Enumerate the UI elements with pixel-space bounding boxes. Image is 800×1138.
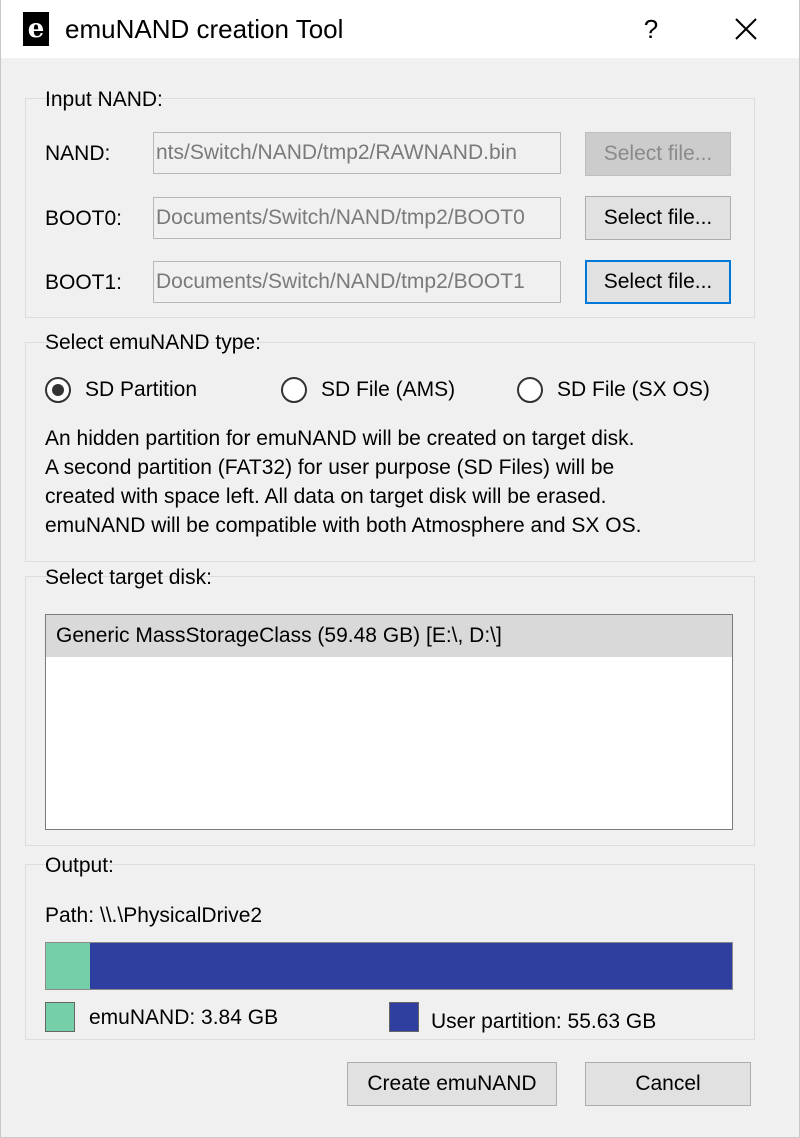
user-partition-size-label: User partition: 55.63 GB (431, 1010, 657, 1033)
emunand-size-label: emuNAND: 3.84 GB (89, 1006, 279, 1029)
emunand-type-description: An hidden partition for emuNAND will be … (45, 424, 745, 540)
boot0-select-file-button[interactable]: Select file... (585, 196, 731, 240)
user-partition-color-swatch (389, 1002, 419, 1032)
nand-label: NAND: (45, 142, 111, 165)
close-button[interactable] (723, 8, 769, 50)
radio-sd-partition[interactable]: SD Partition (45, 377, 197, 403)
cancel-button[interactable]: Cancel (585, 1062, 751, 1106)
output-label: Output: (45, 854, 114, 877)
list-item[interactable]: Generic MassStorageClass (59.48 GB) [E:\… (46, 615, 732, 657)
emunand-type-label: Select emuNAND type: (45, 331, 261, 354)
input-nand-label: Input NAND: (45, 88, 163, 111)
help-button[interactable]: ? (631, 10, 671, 48)
partition-bar-emunand (46, 943, 91, 989)
radio-sd-file-sxos[interactable]: SD File (SX OS) (517, 377, 710, 403)
create-emunand-button[interactable]: Create emuNAND (347, 1062, 557, 1106)
radio-checked-icon (45, 377, 71, 403)
boot1-path-field[interactable]: Documents/Switch/NAND/tmp2/BOOT1 (153, 261, 561, 303)
emunand-tool-window: e emuNAND creation Tool ? Input NAND: NA… (0, 0, 800, 1138)
close-icon (735, 18, 757, 40)
description-line: emuNAND will be compatible with both Atm… (45, 514, 642, 537)
boot1-select-file-button[interactable]: Select file... (585, 260, 731, 304)
boot0-label: BOOT0: (45, 207, 123, 230)
radio-sd-file-ams[interactable]: SD File (AMS) (281, 377, 455, 403)
nand-select-file-button[interactable]: Select file... (585, 132, 731, 176)
title-bar: e emuNAND creation Tool ? (1, 0, 799, 58)
radio-sd-partition-label: SD Partition (85, 378, 198, 401)
output-path: Path: \\.\PhysicalDrive2 (45, 904, 263, 927)
emunand-color-swatch (45, 1002, 75, 1032)
target-disk-label: Select target disk: (45, 566, 212, 589)
partition-bar (45, 942, 733, 990)
radio-unchecked-icon (517, 377, 543, 403)
description-line: created with space left. All data on tar… (45, 485, 607, 508)
target-disk-list[interactable]: Generic MassStorageClass (59.48 GB) [E:\… (45, 614, 733, 830)
boot0-path-field[interactable]: Documents/Switch/NAND/tmp2/BOOT0 (153, 197, 561, 239)
boot1-label: BOOT1: (45, 271, 123, 294)
nand-path-field[interactable]: nts/Switch/NAND/tmp2/RAWNAND.bin (153, 132, 561, 174)
radio-sd-file-ams-label: SD File (AMS) (321, 378, 456, 401)
radio-sd-file-sxos-label: SD File (SX OS) (557, 378, 710, 401)
radio-unchecked-icon (281, 377, 307, 403)
app-logo-icon: e (23, 12, 49, 46)
description-line: A second partition (FAT32) for user purp… (45, 456, 615, 479)
window-title: emuNAND creation Tool (65, 14, 344, 44)
description-line: An hidden partition for emuNAND will be … (45, 427, 635, 450)
